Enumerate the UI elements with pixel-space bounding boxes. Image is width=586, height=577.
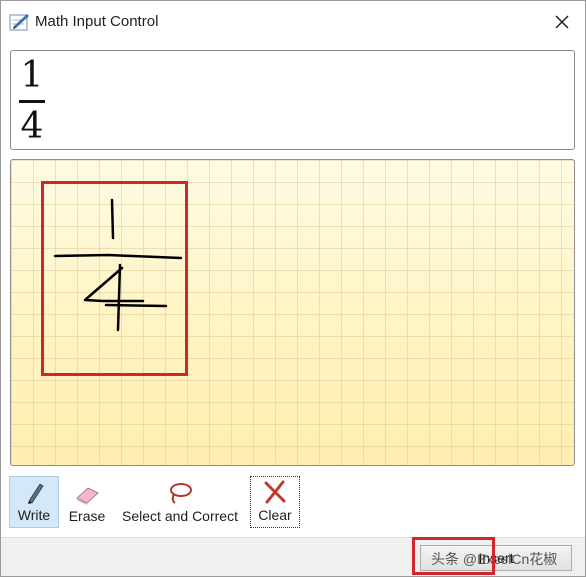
pen-icon [28,483,44,504]
writing-canvas[interactable] [10,159,575,466]
close-icon [555,15,569,29]
eraser-icon [76,487,99,505]
math-input-app-icon [9,14,29,31]
ink-stroke-four-diagonal [83,266,145,303]
window-title: Math Input Control [35,13,159,30]
fraction-preview: 1 4 [19,56,45,147]
lasso-icon [170,483,192,504]
clear-button[interactable]: Clear [250,476,300,528]
handwriting-ink [53,198,183,332]
fraction-bar [19,100,45,103]
footer-bar: Insert 头条 @ExcelCn花椒 [1,537,585,576]
erase-button[interactable]: Erase [63,476,111,528]
title-bar[interactable]: Math Input Control [1,1,585,41]
select-and-correct-button[interactable]: Select and Correct [115,476,245,528]
ink-stroke-four-cross [104,303,168,308]
clear-x-icon [264,480,286,504]
math-input-window: Math Input Control 1 4 Write Erase Selec… [0,0,586,577]
write-label: Write [17,507,51,523]
ink-stroke-one [110,198,115,240]
fraction-numerator: 1 [20,55,44,96]
erase-label: Erase [68,508,106,524]
tool-bar: Write Erase Select and Correct Clear [1,471,585,533]
clear-label: Clear [258,507,292,523]
math-preview-area: 1 4 [10,50,575,150]
write-button[interactable]: Write [9,476,59,528]
watermark-text: 头条 @ExcelCn花椒 [431,551,558,567]
ink-stroke-four-vertical [116,263,122,332]
select-and-correct-label: Select and Correct [122,508,238,524]
ink-stroke-fraction-bar [53,253,183,260]
close-button[interactable] [546,7,578,37]
fraction-denominator: 4 [20,106,44,147]
